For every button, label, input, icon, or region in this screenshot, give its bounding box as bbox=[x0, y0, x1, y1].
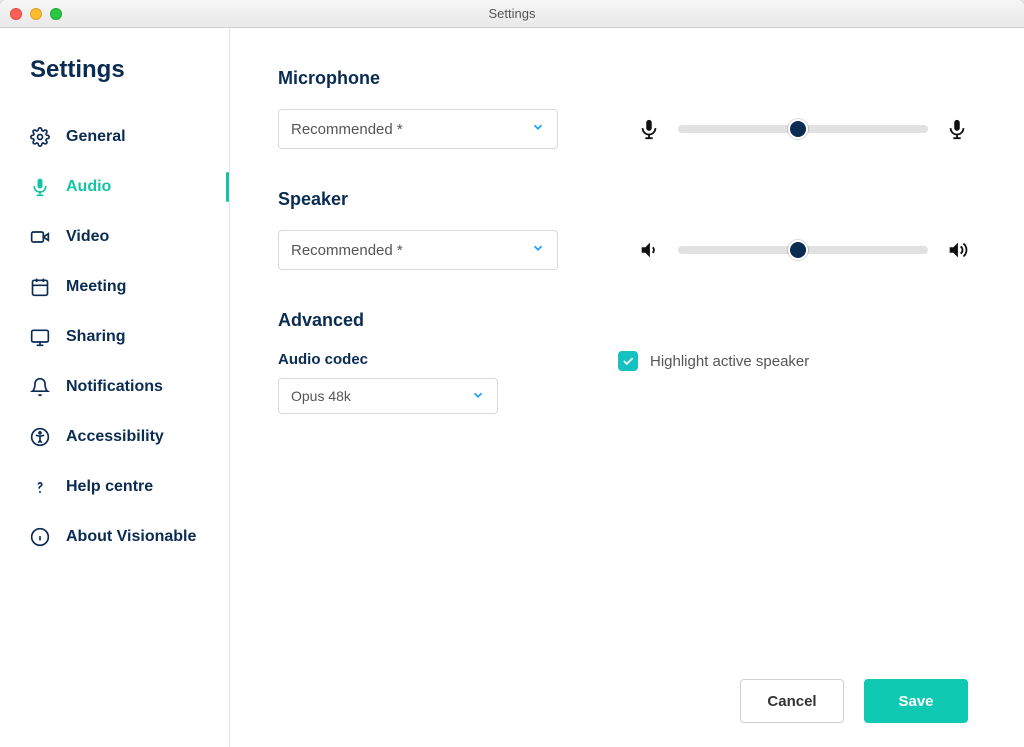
speaker-select[interactable]: Recommended * bbox=[278, 230, 558, 270]
microphone-icon bbox=[30, 177, 50, 197]
sidebar-item-audio[interactable]: Audio bbox=[30, 162, 229, 212]
gear-icon bbox=[30, 127, 50, 147]
question-icon bbox=[30, 477, 50, 497]
sidebar-item-notifications[interactable]: Notifications bbox=[30, 362, 229, 412]
sidebar-item-about[interactable]: About Visionable bbox=[30, 512, 229, 562]
audio-codec-value: Opus 48k bbox=[291, 388, 351, 404]
speaker-high-icon bbox=[946, 239, 968, 261]
calendar-icon bbox=[30, 277, 50, 297]
microphone-slider[interactable] bbox=[678, 125, 928, 133]
sidebar-item-help[interactable]: Help centre bbox=[30, 462, 229, 512]
microphone-heading: Microphone bbox=[278, 68, 968, 89]
sidebar-item-label: Meeting bbox=[66, 278, 126, 296]
highlight-active-speaker-toggle[interactable]: Highlight active speaker bbox=[618, 351, 809, 371]
sidebar-item-meeting[interactable]: Meeting bbox=[30, 262, 229, 312]
cancel-button[interactable]: Cancel bbox=[740, 679, 844, 723]
audio-codec-select[interactable]: Opus 48k bbox=[278, 378, 498, 414]
minimize-window-button[interactable] bbox=[30, 8, 42, 20]
accessibility-icon bbox=[30, 427, 50, 447]
camera-icon bbox=[30, 227, 50, 247]
highlight-active-speaker-label: Highlight active speaker bbox=[650, 353, 809, 370]
maximize-window-button[interactable] bbox=[50, 8, 62, 20]
sidebar-item-general[interactable]: General bbox=[30, 112, 229, 162]
audio-settings: Microphone Recommended * bbox=[278, 68, 968, 655]
sidebar-item-accessibility[interactable]: Accessibility bbox=[30, 412, 229, 462]
audio-codec-group: Audio codec Opus 48k bbox=[278, 351, 498, 414]
close-window-button[interactable] bbox=[10, 8, 22, 20]
sidebar-item-label: General bbox=[66, 128, 126, 146]
settings-window: Settings Settings General Audio bbox=[0, 0, 1024, 747]
info-icon bbox=[30, 527, 50, 547]
advanced-row: Audio codec Opus 48k Highlight active bbox=[278, 351, 968, 414]
speaker-heading: Speaker bbox=[278, 189, 968, 210]
chevron-down-icon bbox=[531, 241, 545, 259]
microphone-high-icon bbox=[946, 118, 968, 140]
speaker-low-icon bbox=[638, 239, 660, 261]
window-body: Settings General Audio bbox=[0, 28, 1024, 747]
sidebar-item-sharing[interactable]: Sharing bbox=[30, 312, 229, 362]
sidebar-item-label: Sharing bbox=[66, 328, 126, 346]
speaker-slider[interactable] bbox=[678, 246, 928, 254]
sidebar-item-label: About Visionable bbox=[66, 528, 196, 546]
sidebar-item-label: Help centre bbox=[66, 478, 153, 496]
microphone-row: Recommended * bbox=[278, 109, 968, 149]
window-titlebar: Settings bbox=[0, 0, 1024, 28]
speaker-row: Recommended * bbox=[278, 230, 968, 270]
audio-codec-label: Audio codec bbox=[278, 351, 498, 368]
microphone-slider-group bbox=[638, 118, 968, 140]
chevron-down-icon bbox=[531, 120, 545, 138]
monitor-icon bbox=[30, 327, 50, 347]
main-panel: Microphone Recommended * bbox=[230, 28, 1024, 747]
checkbox-checked-icon bbox=[618, 351, 638, 371]
sidebar-title: Settings bbox=[30, 56, 229, 84]
sidebar-nav: General Audio Video bbox=[30, 112, 229, 562]
bell-icon bbox=[30, 377, 50, 397]
sidebar-item-label: Video bbox=[66, 228, 109, 246]
speaker-slider-group bbox=[638, 239, 968, 261]
speaker-slider-thumb[interactable] bbox=[788, 240, 808, 260]
sidebar-item-label: Accessibility bbox=[66, 428, 164, 446]
traffic-lights bbox=[10, 8, 62, 20]
microphone-slider-thumb[interactable] bbox=[788, 119, 808, 139]
sidebar-item-label: Audio bbox=[66, 178, 111, 196]
sidebar: Settings General Audio bbox=[0, 28, 230, 747]
chevron-down-icon bbox=[471, 388, 485, 405]
speaker-select-value: Recommended * bbox=[291, 242, 403, 259]
window-title: Settings bbox=[489, 6, 536, 21]
footer: Cancel Save bbox=[278, 655, 968, 723]
save-button[interactable]: Save bbox=[864, 679, 968, 723]
microphone-select[interactable]: Recommended * bbox=[278, 109, 558, 149]
advanced-heading: Advanced bbox=[278, 310, 968, 331]
microphone-select-value: Recommended * bbox=[291, 121, 403, 138]
sidebar-item-video[interactable]: Video bbox=[30, 212, 229, 262]
microphone-low-icon bbox=[638, 118, 660, 140]
sidebar-item-label: Notifications bbox=[66, 378, 163, 396]
